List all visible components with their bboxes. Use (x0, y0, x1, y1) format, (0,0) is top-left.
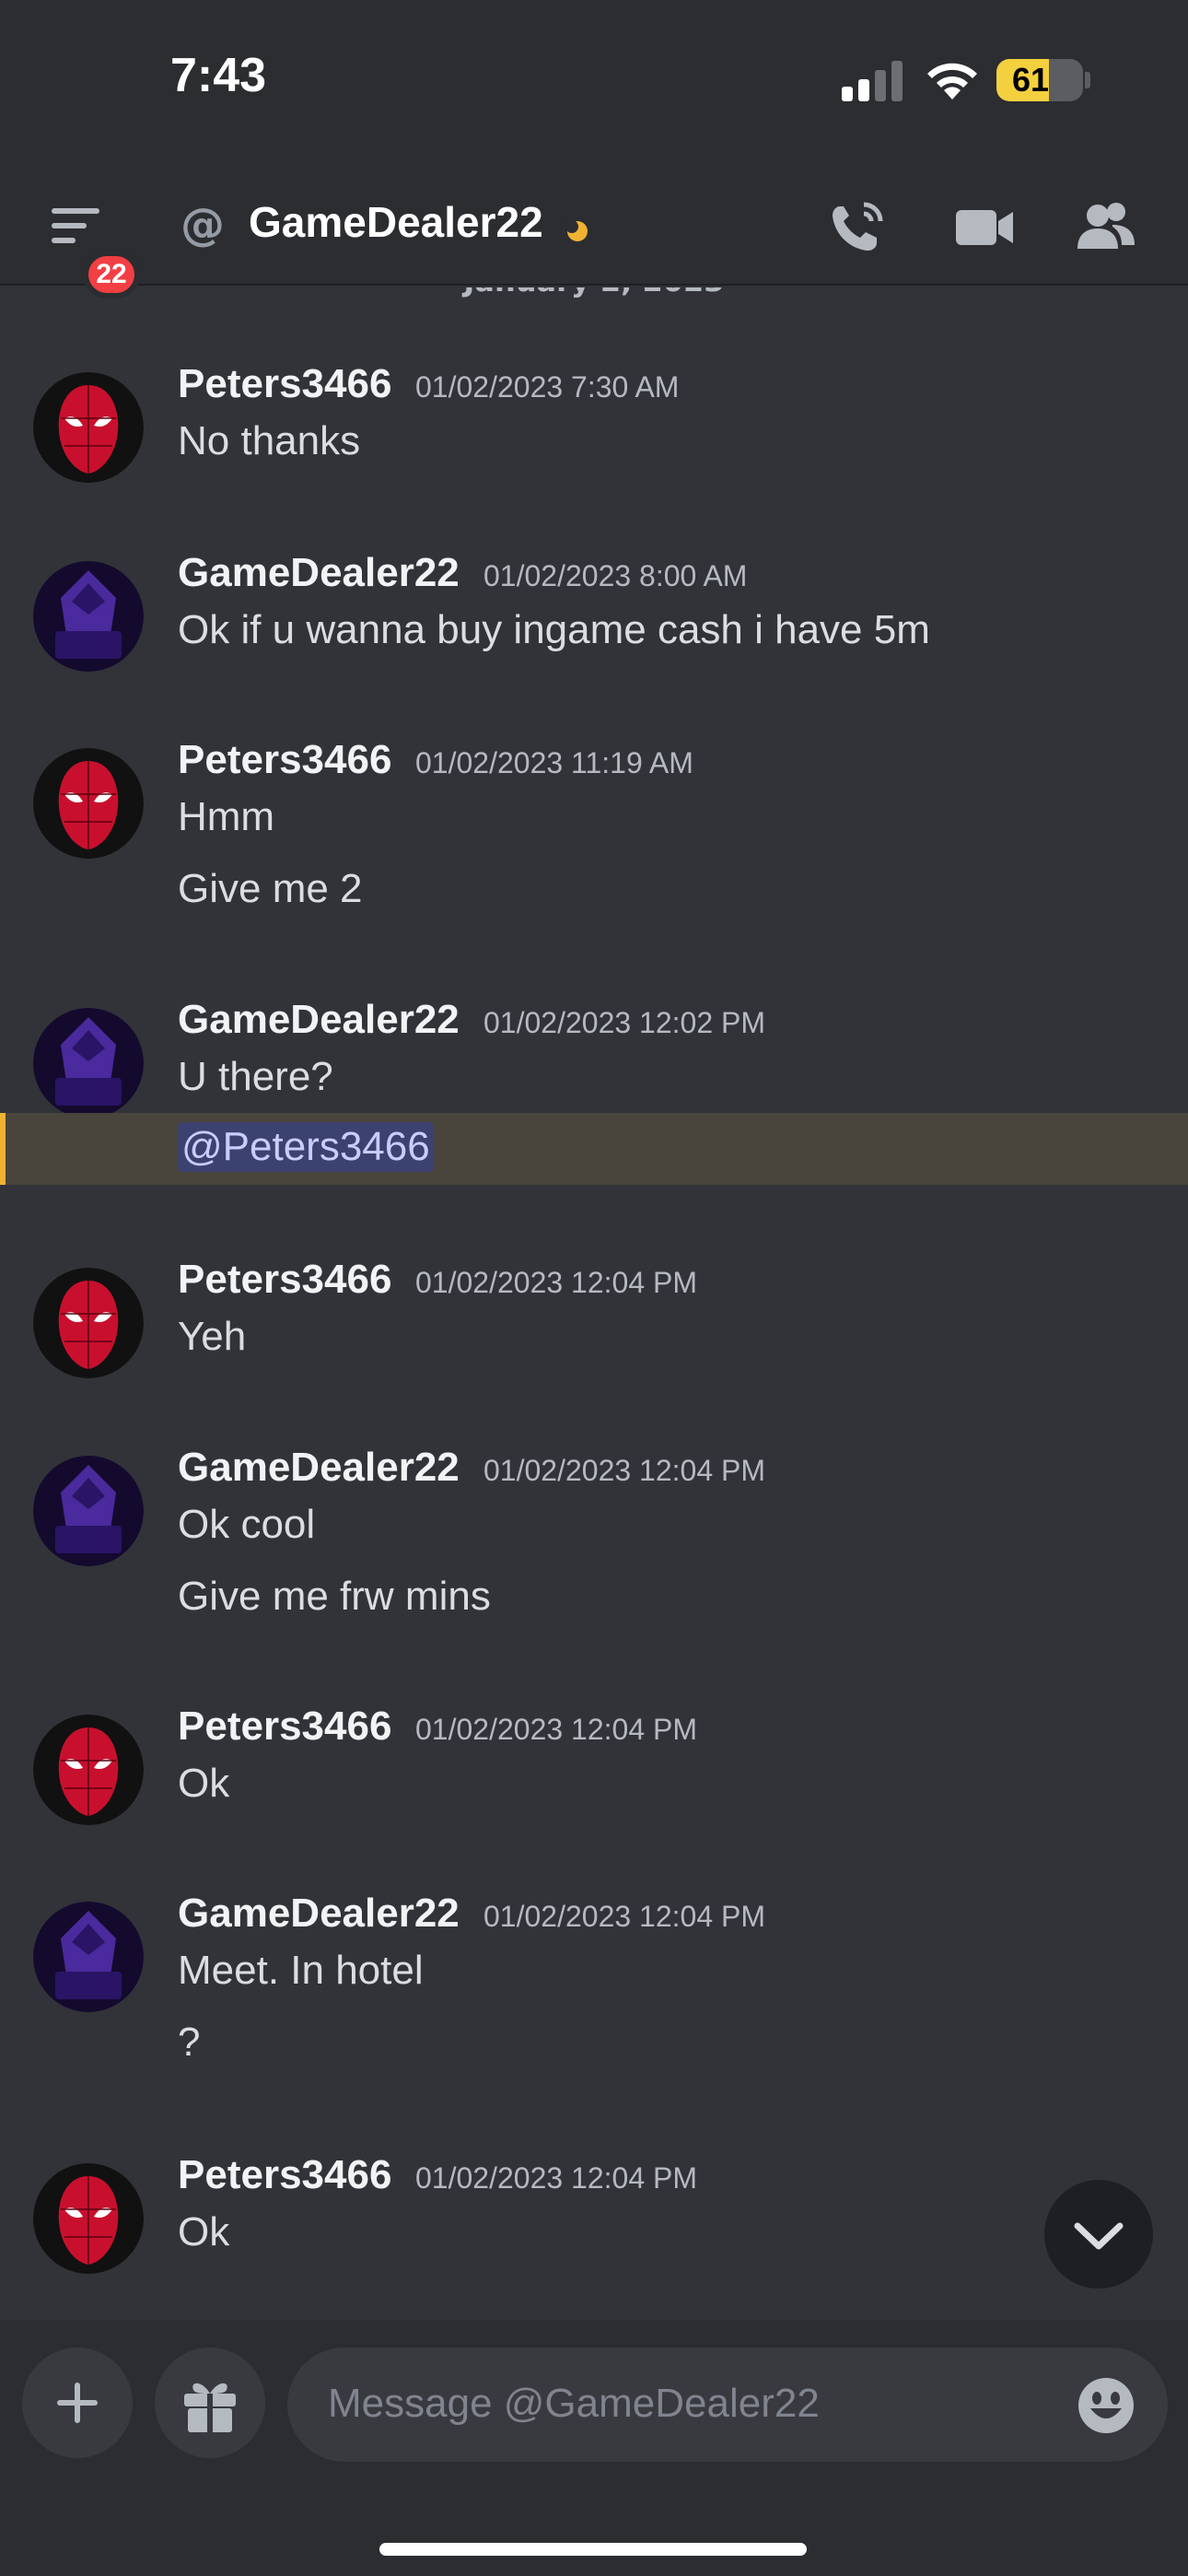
message-input[interactable]: Message @GameDealer22 (287, 2348, 1168, 2462)
message-author[interactable]: Peters3466 (178, 737, 391, 783)
at-icon: @ (181, 199, 225, 251)
message-text: Ok if u wanna buy ingame cash i have 5m (178, 607, 930, 652)
message-timestamp: 01/02/2023 12:04 PM (483, 1454, 766, 1487)
message-timestamp: 01/02/2023 12:02 PM (483, 1006, 766, 1039)
spiderman-avatar[interactable] (33, 748, 144, 859)
gift-button[interactable] (155, 2348, 265, 2458)
channels-menu-button[interactable]: 22 (46, 203, 140, 299)
message-timestamp: 01/02/2023 12:04 PM (415, 1266, 698, 1299)
battery-nub (1085, 72, 1090, 88)
message-text: Ok (178, 1761, 230, 1806)
message-timestamp: 01/02/2023 7:30 AM (415, 370, 680, 404)
dm-title[interactable]: GameDealer22 (249, 197, 543, 247)
video-call-icon[interactable] (952, 199, 1017, 254)
message-author[interactable]: Peters3466 (178, 2152, 391, 2198)
gift-icon (184, 2383, 236, 2432)
chevron-down-icon (1074, 2222, 1124, 2250)
message-timestamp: 01/02/2023 11:19 AM (415, 746, 693, 779)
status-bar: 7:43 61 (0, 0, 1188, 166)
home-indicator (379, 2543, 807, 2556)
members-icon[interactable] (1074, 199, 1138, 254)
game-dealer-avatar[interactable] (33, 1902, 144, 2012)
message-author[interactable]: Peters3466 (178, 1704, 391, 1750)
message-author[interactable]: GameDealer22 (178, 550, 460, 596)
message-author[interactable]: Peters3466 (178, 361, 391, 407)
game-dealer-avatar[interactable] (33, 561, 144, 672)
message-timestamp: 01/02/2023 12:04 PM (483, 1900, 766, 1933)
attach-button[interactable] (22, 2348, 133, 2458)
message-author[interactable]: GameDealer22 (178, 1445, 460, 1491)
dm-header: 22 @ GameDealer22 (0, 166, 1188, 299)
mention-highlight: @Peters3466 (0, 1113, 1188, 1185)
message-text: U there? (178, 1054, 333, 1099)
spiderman-avatar[interactable] (33, 1268, 144, 1378)
game-dealer-avatar[interactable] (33, 1008, 144, 1118)
message-text: ? (178, 2020, 201, 2065)
message-list[interactable]: January 2, 2023 Peters3466 01/02/2023 7:3… (0, 287, 1188, 2320)
wifi-icon (927, 63, 977, 100)
message-author[interactable]: Peters3466 (178, 1257, 391, 1303)
jump-to-present-button[interactable] (1044, 2180, 1153, 2289)
battery-level: 61 (1011, 61, 1050, 99)
date-divider: January 2, 2023 (0, 287, 1188, 299)
voice-call-icon[interactable] (827, 199, 891, 254)
message-text: Hmm (178, 794, 275, 839)
user-mention[interactable]: @Peters3466 (178, 1122, 434, 1172)
emoji-icon[interactable] (1077, 2377, 1135, 2434)
message-text: No thanks (178, 418, 361, 463)
message-text: Give me frw mins (178, 1574, 491, 1619)
message-author[interactable]: GameDealer22 (178, 997, 460, 1043)
message-text: Give me 2 (178, 866, 363, 911)
message-timestamp: 01/02/2023 12:04 PM (415, 1713, 698, 1746)
spiderman-avatar[interactable] (33, 372, 144, 483)
message-composer: Message @GameDealer22 (0, 2320, 1188, 2576)
battery-icon: 61 (996, 59, 1083, 101)
spiderman-avatar[interactable] (33, 1715, 144, 1825)
spiderman-avatar[interactable] (33, 2163, 144, 2274)
idle-moon-icon (565, 220, 588, 241)
message-text: Ok (178, 2209, 230, 2254)
menu-icon (52, 208, 99, 243)
message-timestamp: 01/02/2023 8:00 AM (483, 559, 748, 592)
message-text: Meet. In hotel (178, 1948, 424, 1993)
message-timestamp: 01/02/2023 12:04 PM (415, 2161, 698, 2195)
cellular-signal-icon (842, 61, 903, 101)
plus-icon (57, 2383, 98, 2423)
message-text: Ok cool (178, 1502, 316, 1547)
message-author[interactable]: GameDealer22 (178, 1891, 460, 1937)
game-dealer-avatar[interactable] (33, 1456, 144, 1566)
message-text: Yeh (178, 1314, 247, 1359)
message-input-placeholder: Message @GameDealer22 (328, 2381, 820, 2426)
status-time: 7:43 (170, 49, 267, 102)
